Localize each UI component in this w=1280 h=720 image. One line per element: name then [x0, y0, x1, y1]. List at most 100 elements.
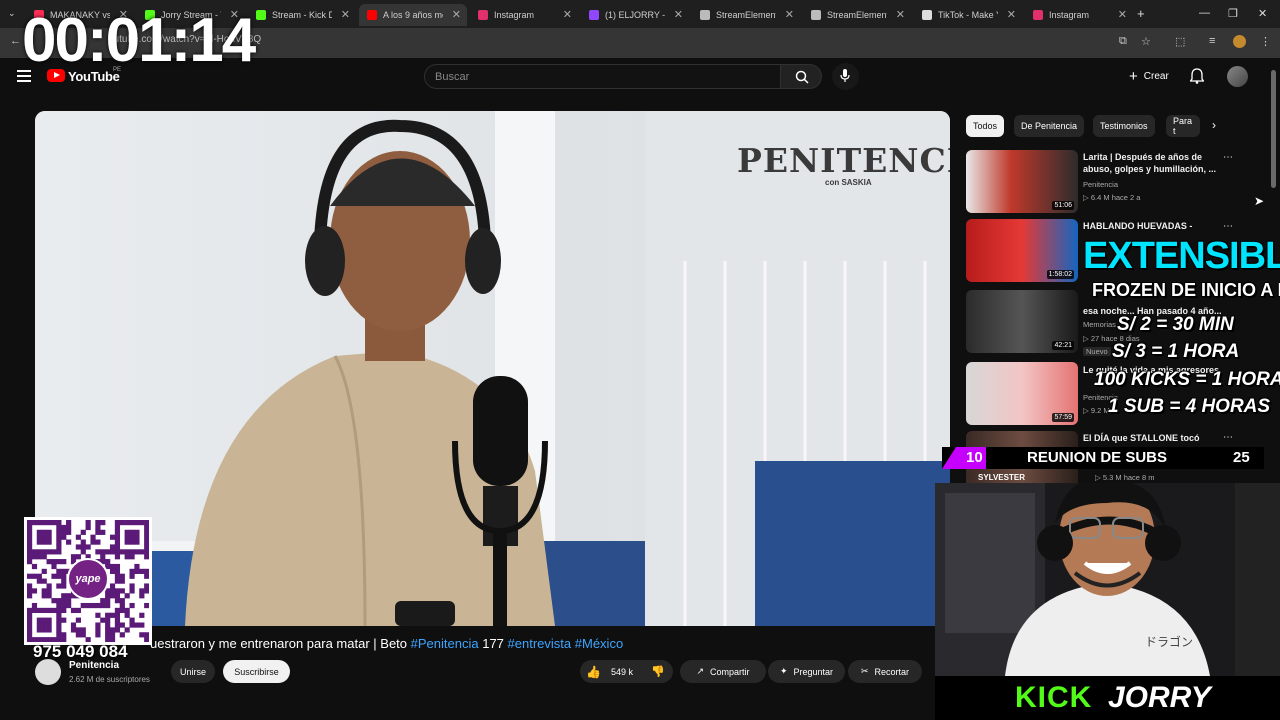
bookmark-star-icon[interactable]: ☆ — [1141, 35, 1151, 48]
mouse-cursor-icon: ➤ — [1254, 194, 1265, 208]
clip-label: Recortar — [874, 666, 910, 677]
extensions-icon[interactable]: ⬚ — [1175, 35, 1185, 48]
like-count: 549 k — [610, 666, 633, 677]
back-icon[interactable]: ← — [10, 35, 21, 47]
chevron-right-icon[interactable]: › — [1212, 118, 1216, 132]
new-tab-button[interactable]: + — [1137, 6, 1145, 21]
browser-tab[interactable]: Instagram ✕ — [470, 4, 578, 26]
dislike-icon[interactable]: 👎 — [651, 665, 665, 678]
video-player[interactable]: PENITENCIA con SASKIA — [35, 111, 950, 626]
more-options-icon[interactable]: ⋯ — [1223, 221, 1233, 232]
notifications-bell-icon[interactable] — [1190, 68, 1204, 84]
sparkle-icon: ✦ — [779, 666, 788, 676]
minimize-button[interactable]: — — [1199, 7, 1210, 19]
tab-close-icon[interactable]: ✕ — [341, 8, 350, 21]
more-options-icon[interactable]: ⋯ — [1223, 152, 1233, 163]
video-duration: 1:58:02 — [1046, 270, 1074, 279]
clip-button[interactable]: ✂ Recortar — [848, 660, 922, 683]
extensible-rule: FROZEN DE INICIO A FIN — [1092, 280, 1280, 300]
extensible-rule: S/ 3 = 1 HORA — [1112, 341, 1240, 362]
related-title[interactable]: El DÍA que STALLONE tocó FONDO antes de … — [1083, 432, 1223, 444]
more-options-icon[interactable]: ⋯ — [1223, 432, 1233, 443]
channel-avatar[interactable] — [35, 659, 61, 685]
video-duration: 51:06 — [1052, 201, 1074, 210]
account-avatar[interactable] — [1227, 66, 1248, 87]
extensible-rule: 100 KICKS = 1 HORA — [1094, 369, 1280, 390]
tab-label: Instagram — [494, 10, 535, 20]
tab-close-icon[interactable]: ✕ — [674, 8, 683, 21]
share-button[interactable]: ↗ Compartir — [680, 660, 766, 683]
browser-tab[interactable]: Stream - Kick Das ✕ — [248, 4, 356, 26]
voice-search-button[interactable] — [832, 63, 859, 90]
cast-icon[interactable]: ⧉ — [1119, 35, 1127, 48]
subs-label: REUNION DE SUBS — [1027, 449, 1168, 466]
kick-logo: KICK — [1015, 681, 1093, 714]
browser-tab[interactable]: Instagram ✕ — [1025, 4, 1133, 26]
like-button[interactable]: 👍 549 k 👎 — [580, 660, 673, 683]
related-title[interactable]: Larita | Después de años de abuso, golpe… — [1083, 151, 1223, 175]
chip-testimonios[interactable]: Testimonios — [1093, 115, 1155, 137]
hashtag-link[interactable]: #México — [575, 636, 623, 651]
tab-search-button[interactable]: ⌄ — [8, 8, 16, 19]
browser-tab[interactable]: A los 9 años me s ✕ — [359, 4, 467, 26]
related-channel[interactable]: Memorias — [1083, 320, 1116, 329]
tab-close-icon[interactable]: ✕ — [1118, 8, 1127, 21]
tab-close-icon[interactable]: ✕ — [452, 8, 461, 21]
webcam-feed: ドラゴン — [935, 483, 1280, 676]
video-title: uestraron y me entrenaron para matar | B… — [150, 636, 623, 651]
related-thumbnail[interactable]: 51:06 — [966, 150, 1078, 213]
yape-phone-number: 975 049 084 — [33, 642, 128, 661]
join-button[interactable]: Unirse — [171, 660, 215, 683]
related-thumbnail[interactable]: 1:58:02 — [966, 219, 1078, 282]
extensible-rule: 1 SUB = 4 HORAS — [1108, 396, 1271, 417]
create-button[interactable]: + Crear — [1121, 65, 1181, 87]
ask-button[interactable]: ✦ Preguntar — [768, 660, 845, 683]
tab-close-icon[interactable]: ✕ — [1007, 8, 1016, 21]
tab-favicon-icon — [1033, 10, 1043, 20]
related-title[interactable]: HABLANDO HUEVADAS - Duodécima Temporada — [1083, 220, 1223, 232]
chip-para-ti[interactable]: Para t — [1166, 115, 1200, 137]
related-thumbnail[interactable]: 57:59 — [966, 362, 1078, 425]
related-channel[interactable]: Penitencia — [1083, 180, 1118, 189]
search-input[interactable]: Buscar — [424, 64, 781, 89]
tab-favicon-icon — [478, 10, 488, 20]
yape-logo: yape — [67, 558, 109, 600]
chip-todos[interactable]: Todos — [966, 115, 1005, 137]
create-label: Crear — [1143, 70, 1169, 82]
browser-tab[interactable]: StreamElements ✕ — [803, 4, 911, 26]
hashtag-link[interactable]: #Penitencia — [411, 636, 479, 651]
search-button[interactable] — [780, 64, 822, 89]
chip-de-penitencia[interactable]: De Penitencia — [1014, 115, 1085, 137]
extensible-title: EXTENSIBLE — [1083, 235, 1280, 277]
tab-label: A los 9 años me s — [383, 10, 443, 20]
media-control-icon[interactable]: ≡ — [1209, 35, 1215, 47]
related-stats: ▷ 6.4 M hace 2 a — [1083, 193, 1141, 202]
page-scrollbar[interactable] — [1271, 70, 1276, 188]
channel-subscribers: 2.62 M de suscriptores — [69, 675, 150, 684]
tab-close-icon[interactable]: ✕ — [785, 8, 794, 21]
profile-avatar-icon[interactable] — [1233, 35, 1246, 48]
new-badge: Nuevo — [1083, 347, 1111, 356]
tab-favicon-icon — [367, 10, 377, 20]
hashtag-link[interactable]: #entrevista — [508, 636, 572, 651]
browser-tab[interactable]: TikTok - Make Yo ✕ — [914, 4, 1022, 26]
tab-close-icon[interactable]: ✕ — [563, 8, 572, 21]
related-thumbnail[interactable]: 42:21 — [966, 290, 1078, 353]
close-window-button[interactable]: ✕ — [1258, 7, 1267, 20]
search-icon — [795, 70, 809, 84]
plus-icon: + — [1129, 67, 1138, 85]
tab-favicon-icon — [700, 10, 710, 20]
subscribe-button[interactable]: Suscribirse — [223, 660, 290, 683]
restore-button[interactable]: ❐ — [1228, 7, 1238, 20]
video-title-text: uestraron y me entrenaron para matar | B… — [150, 636, 408, 651]
subs-current: 10 — [966, 449, 983, 466]
browser-tab[interactable]: (1) ELJORRY - Twi ✕ — [581, 4, 689, 26]
tab-close-icon[interactable]: ✕ — [896, 8, 905, 21]
browser-menu-icon[interactable]: ⋮ — [1260, 35, 1271, 48]
penitencia-brand-sub: con SASKIA — [825, 178, 872, 187]
browser-tab[interactable]: StreamElements - ✕ — [692, 4, 800, 26]
webcam-image — [935, 483, 1280, 676]
tab-label: Instagram — [1049, 10, 1090, 20]
tab-favicon-icon — [589, 10, 599, 20]
microphone-icon — [840, 69, 850, 82]
